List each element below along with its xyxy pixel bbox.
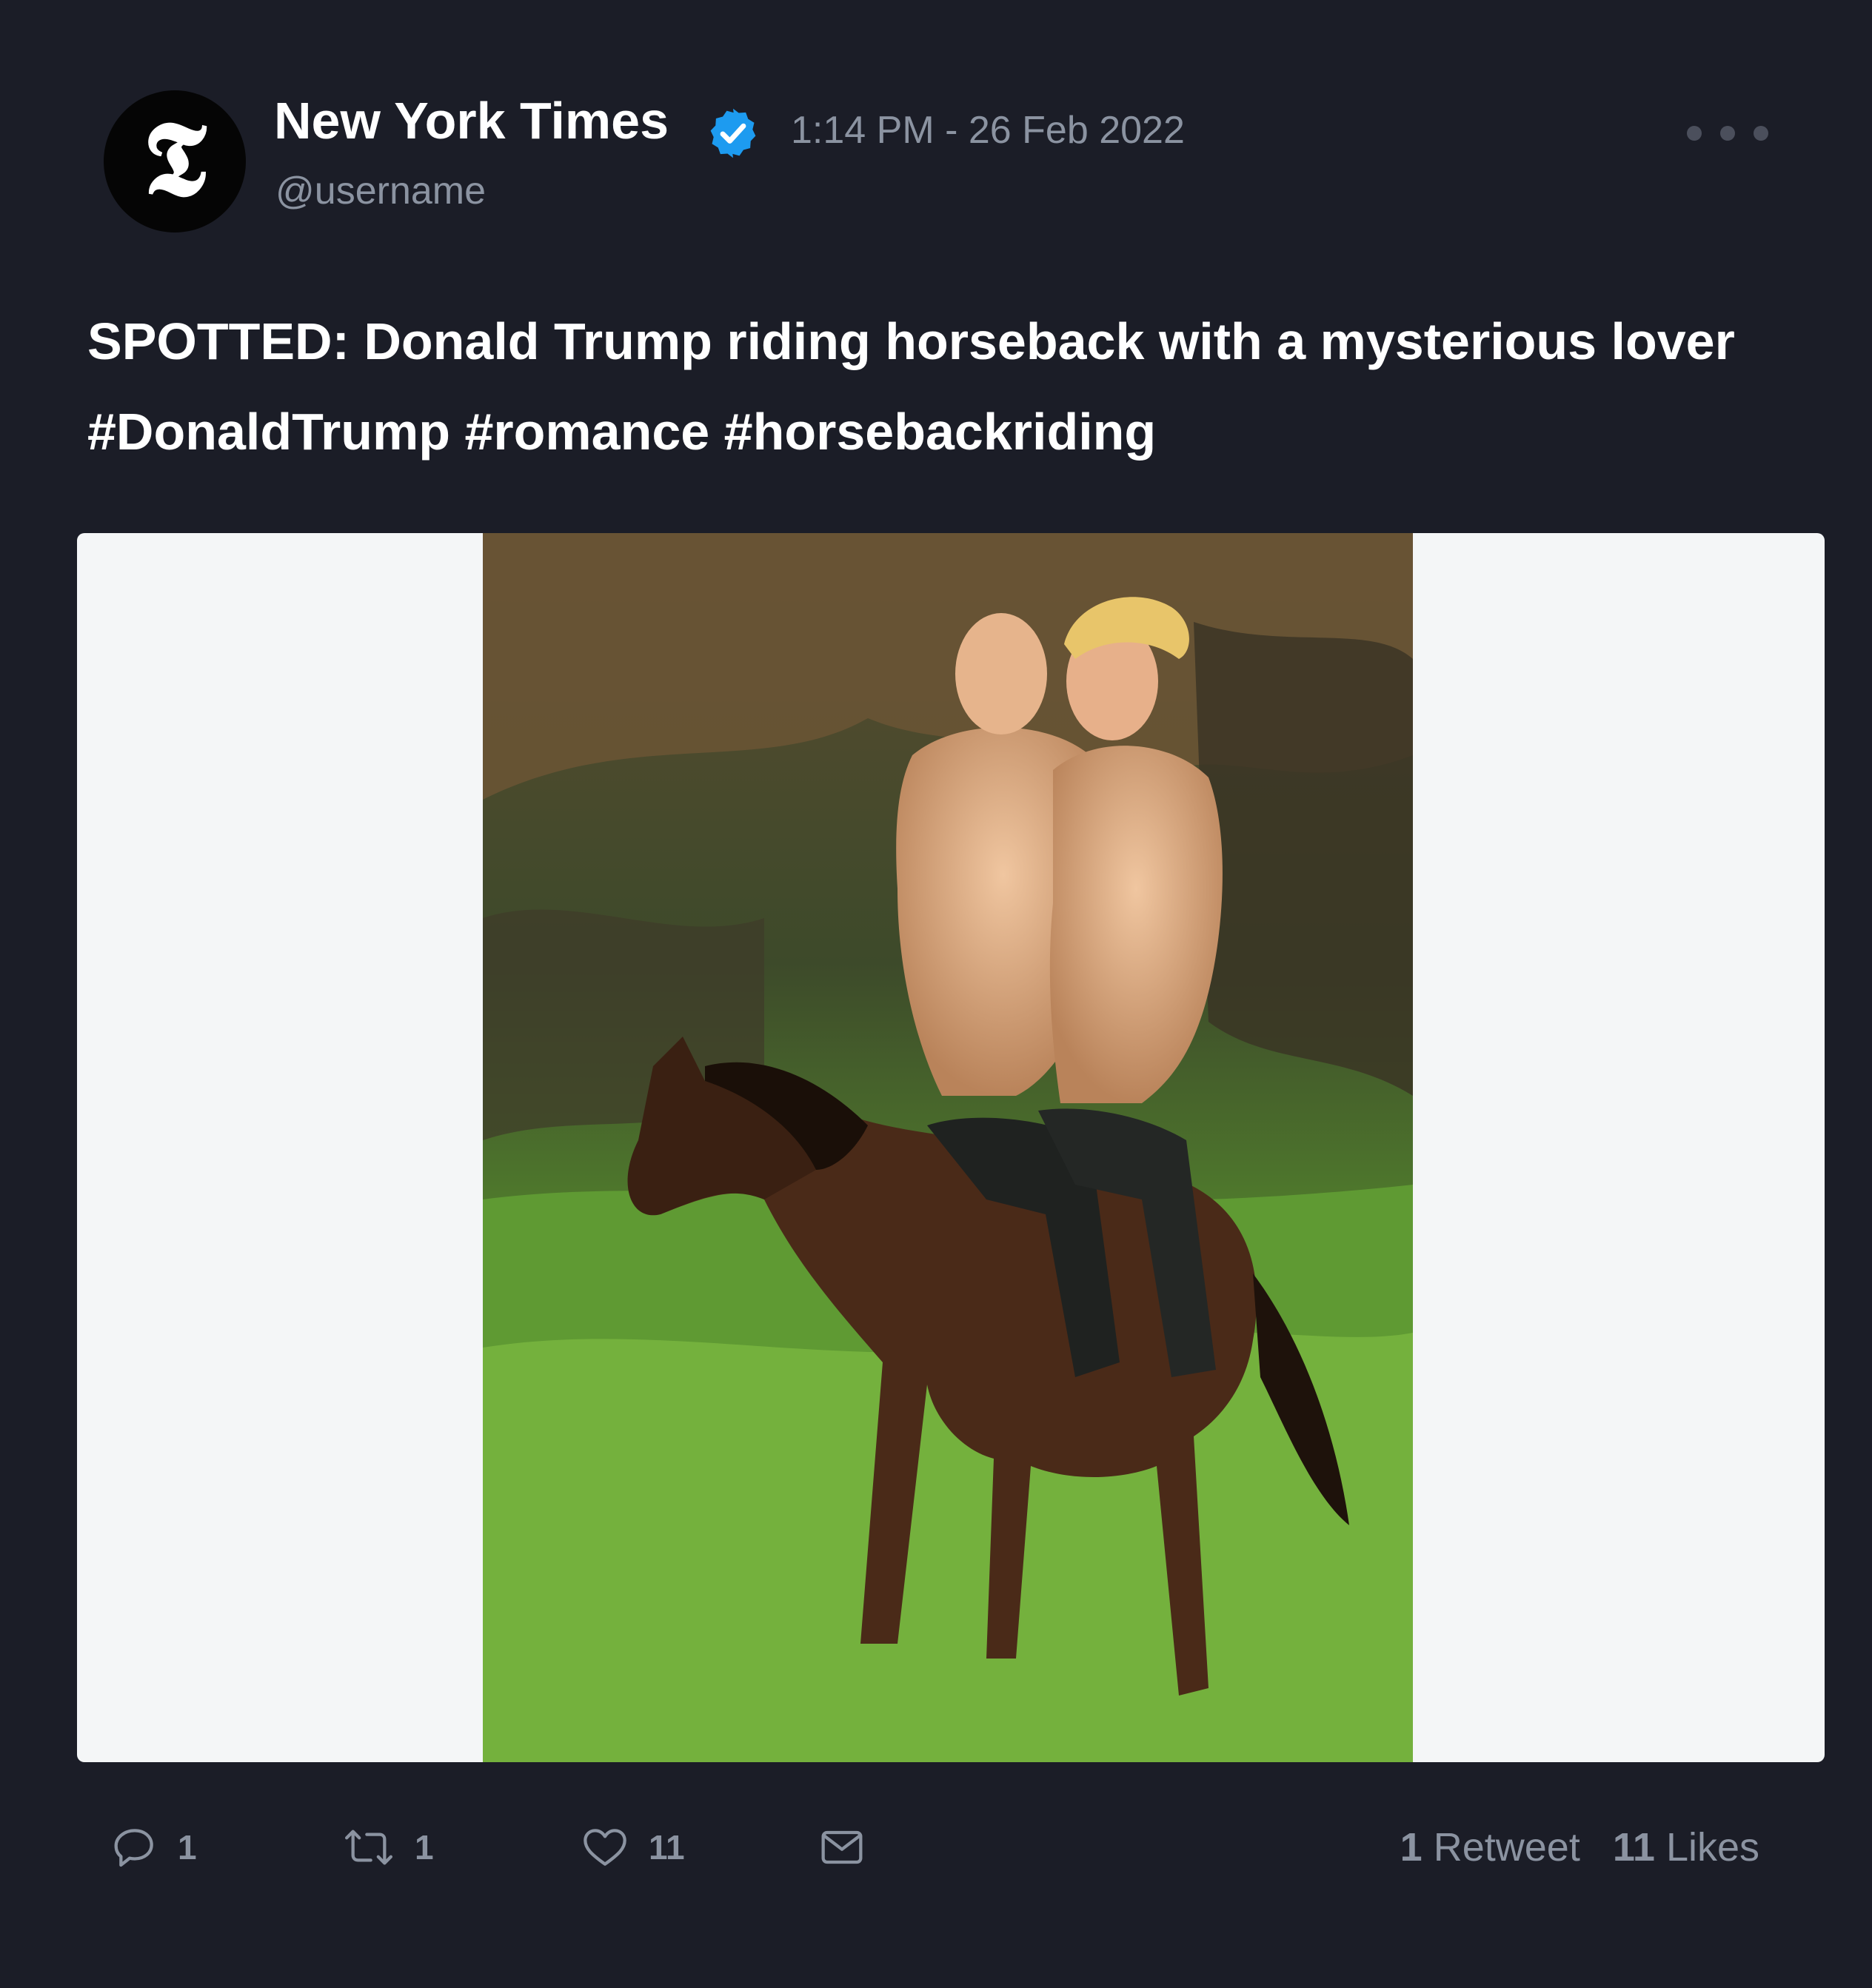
tweet-card: 𝕿 New York Times 1:14 PM - 26 Feb 2022 @… (0, 0, 1872, 1988)
retweet-icon (345, 1830, 392, 1865)
dm-icon (821, 1830, 863, 1864)
avatar-logo: 𝕿 (143, 98, 207, 220)
more-options-icon[interactable] (1687, 118, 1768, 148)
like-action[interactable]: 11 (581, 1818, 685, 1877)
display-name[interactable]: New York Times (274, 95, 669, 147)
reply-icon (114, 1829, 153, 1867)
retweet-action[interactable]: 1 (342, 1818, 434, 1877)
more-dot (1754, 126, 1768, 141)
tweet-photo[interactable] (483, 533, 1413, 1762)
likes-label: Likes (1665, 1825, 1759, 1870)
likes-stat[interactable]: 11 Likes (1613, 1825, 1759, 1870)
engagement-stats: 1 Retweet 11 Likes (1400, 1827, 1759, 1867)
likes-number: 11 (1612, 1825, 1655, 1870)
like-icon (584, 1829, 626, 1866)
retweets-number: 1 (1400, 1825, 1423, 1870)
username[interactable]: @username (275, 172, 486, 210)
tweet-text: SPOTTED: Donald Trump riding horseback w… (87, 296, 1813, 477)
more-dot (1720, 126, 1735, 141)
retweets-label: Retweet (1433, 1825, 1580, 1870)
tweet-hashtags[interactable]: #DonaldTrump #romance #horsebackriding (87, 386, 1813, 477)
tweet-text-line-1: SPOTTED: Donald Trump riding horseback w… (87, 312, 1735, 370)
reply-action[interactable]: 1 (111, 1818, 197, 1877)
retweets-stat[interactable]: 1 Retweet (1400, 1825, 1580, 1870)
avatar[interactable]: 𝕿 (104, 90, 246, 232)
more-dot (1687, 126, 1702, 141)
tweet-timestamp[interactable]: 1:14 PM - 26 Feb 2022 (791, 111, 1185, 150)
like-count: 11 (649, 1828, 685, 1867)
reply-count: 1 (178, 1828, 197, 1867)
retweet-count: 1 (415, 1828, 434, 1867)
dm-action[interactable] (818, 1818, 866, 1877)
verified-badge-icon (710, 108, 756, 158)
media-container[interactable] (77, 533, 1825, 1762)
